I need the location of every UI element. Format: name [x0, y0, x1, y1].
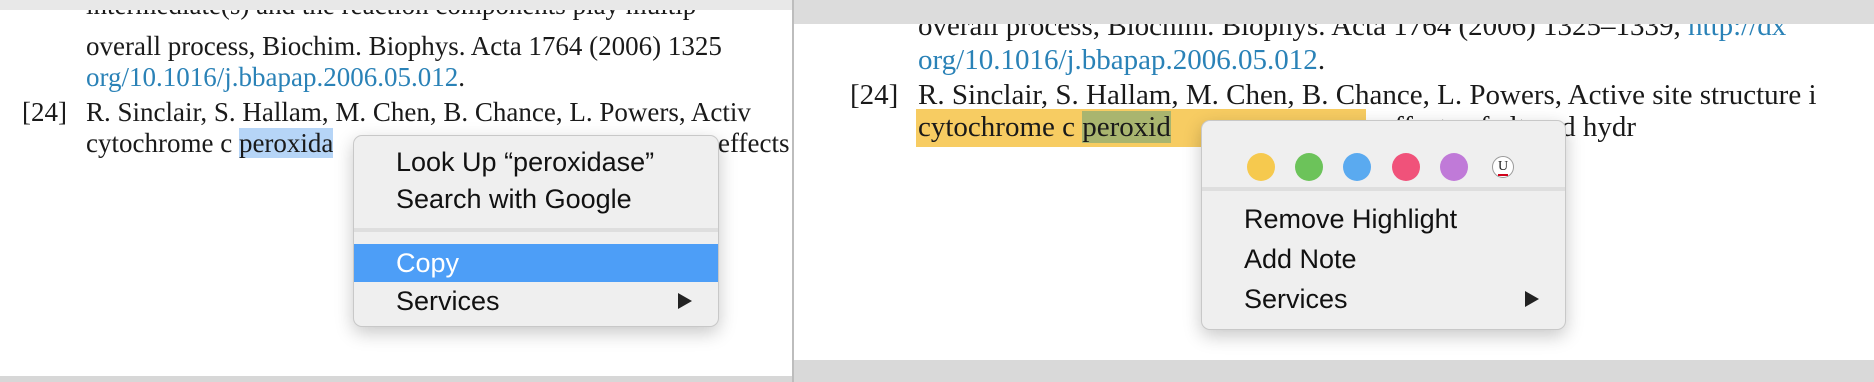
period-text: .: [1317, 44, 1326, 76]
menu-item-services[interactable]: Services: [1202, 280, 1565, 318]
color-yellow-button[interactable]: [1247, 153, 1275, 181]
right-window-top-edge: [794, 0, 1874, 24]
text-line: org/10.1016/j.bbapap.2006.05.012.: [918, 44, 1325, 77]
highlight-context-menu: U Remove Highlight Add Note Services: [1201, 120, 1566, 330]
text-segment: cytochrome c: [918, 111, 1083, 143]
menu-item-add-note[interactable]: Add Note: [1202, 240, 1565, 278]
reference-text-line: cytochrome c peroxida: [86, 128, 334, 159]
menu-item-look-up[interactable]: Look Up “peroxidase”: [354, 143, 718, 181]
text-line: overall process, Biochim. Biophys. Acta …: [918, 24, 1786, 43]
services-label: Services: [1244, 284, 1348, 314]
reference-number: [24]: [850, 79, 899, 111]
reference-number: [24]: [22, 97, 67, 127]
services-label: Services: [396, 286, 500, 316]
submenu-arrow-icon: [678, 293, 692, 309]
period-text: .: [458, 62, 465, 92]
highlighted-word[interactable]: peroxid: [1082, 111, 1171, 143]
url-link[interactable]: http://dx: [1688, 24, 1786, 42]
menu-item-remove-highlight[interactable]: Remove Highlight: [1202, 200, 1565, 238]
submenu-arrow-icon: [1525, 291, 1539, 307]
doi-link[interactable]: org/10.1016/j.bbapap.2006.05.012: [918, 44, 1318, 76]
reference-text-line: R. Sinclair, S. Hallam, M. Chen, B. Chan…: [918, 79, 1817, 111]
left-window-top-edge: [0, 0, 792, 10]
menu-item-copy[interactable]: Copy: [354, 244, 718, 282]
text-line: overall process, Biochim. Biophys. Acta …: [86, 31, 722, 61]
text-segment: effects: [718, 128, 790, 158]
right-window-bottom-bar: [794, 360, 1874, 382]
color-blue-button[interactable]: [1343, 153, 1371, 181]
color-purple-button[interactable]: [1440, 153, 1468, 181]
menu-separator: [354, 228, 718, 232]
reference-text-line: R. Sinclair, S. Hallam, M. Chen, B. Chan…: [86, 97, 751, 127]
selected-word[interactable]: peroxida: [238, 128, 334, 158]
text-segment: cytochrome c: [86, 128, 239, 158]
menu-separator: [1202, 187, 1565, 191]
underline-style-button[interactable]: U: [1492, 156, 1514, 178]
color-green-button[interactable]: [1295, 153, 1323, 181]
menu-item-services[interactable]: Services: [354, 282, 718, 320]
color-pink-button[interactable]: [1392, 153, 1420, 181]
doi-link[interactable]: org/10.1016/j.bbapap.2006.05.012: [86, 62, 458, 92]
text-line: org/10.1016/j.bbapap.2006.05.012.: [86, 62, 465, 93]
context-menu: Look Up “peroxidase” Search with Google …: [353, 135, 719, 327]
underline-icon: U: [1497, 159, 1509, 176]
left-window-bottom-bar: [0, 376, 792, 382]
reference-text-line: cytochrome c peroxid: [918, 111, 1171, 144]
text-segment: overall process, Biochim. Biophys. Acta …: [918, 24, 1689, 42]
menu-item-search-google[interactable]: Search with Google: [354, 180, 718, 218]
